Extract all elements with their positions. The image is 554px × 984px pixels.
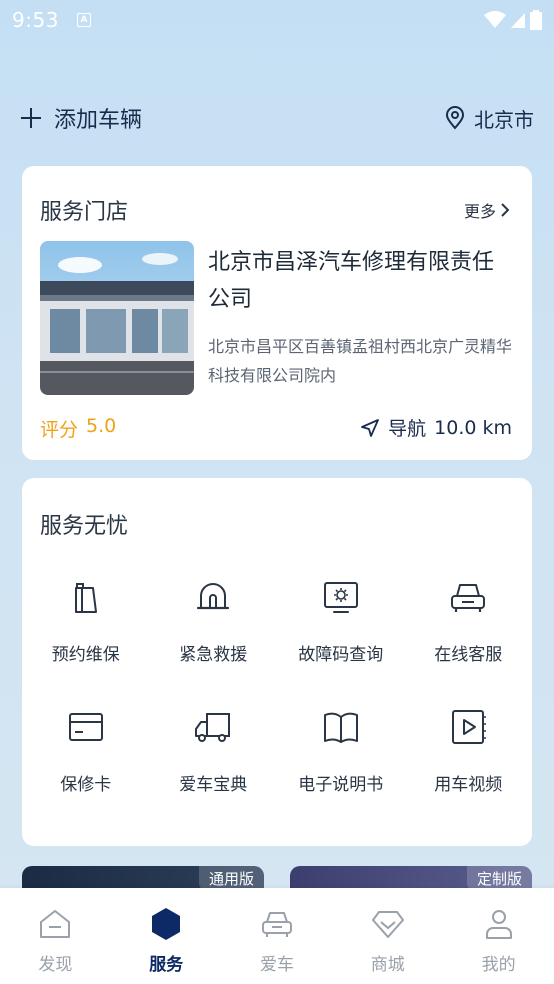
more-stores-link[interactable]: 更多 xyxy=(464,198,510,222)
location-pin-icon xyxy=(445,106,465,130)
more-label: 更多 xyxy=(463,202,496,221)
service-label: 预约维保 xyxy=(51,645,120,665)
diagnostic-screen-icon xyxy=(323,582,358,613)
home-icon xyxy=(40,910,71,938)
tab-label: 我的 xyxy=(481,955,516,975)
car-front-icon xyxy=(451,584,486,612)
store-photo[interactable] xyxy=(40,241,194,395)
signal-icon xyxy=(511,13,525,28)
navigate-button[interactable]: 导航 10.0 km xyxy=(360,414,512,441)
service-store-card: 服务门店 更多 北京市昌泽汽车修理有限责任公司 北京市昌平区百善镇孟祖村西北京广… xyxy=(22,166,532,460)
navigation-arrow-icon xyxy=(361,418,380,437)
service-item-e-manual[interactable]: 电子说明书 xyxy=(277,704,405,834)
tab-discover[interactable]: 发现 xyxy=(0,888,111,984)
book-icon xyxy=(323,712,358,743)
service-label: 电子说明书 xyxy=(298,775,384,795)
service-label: 紧急救援 xyxy=(179,645,248,665)
tab-mall[interactable]: 商城 xyxy=(332,888,443,984)
store-name[interactable]: 北京市昌泽汽车修理有限责任公司 xyxy=(208,244,514,318)
service-item-emergency-rescue[interactable]: 紧急救援 xyxy=(150,574,278,704)
store-building-image xyxy=(40,241,194,395)
card-icon xyxy=(68,713,103,741)
service-item-car-videos[interactable]: 用车视频 xyxy=(405,704,533,834)
add-vehicle-label: 添加车辆 xyxy=(54,108,143,133)
service-item-fault-code-lookup[interactable]: 故障码查询 xyxy=(277,574,405,704)
store-address: 北京市昌平区百善镇孟祖村西北京广灵精华科技有限公司院内 xyxy=(208,337,513,385)
person-icon xyxy=(485,910,512,939)
header-row: 添加车辆 北京市 xyxy=(0,98,554,138)
services-card-title: 服务无忧 xyxy=(40,514,129,539)
tab-my-car[interactable]: 爱车 xyxy=(222,888,333,984)
oil-can-icon xyxy=(74,583,97,613)
store-card-title: 服务门店 xyxy=(40,200,129,225)
truck-icon xyxy=(195,713,231,742)
battery-icon xyxy=(530,10,542,30)
service-item-online-support[interactable]: 在线客服 xyxy=(405,574,533,704)
alarm-light-icon xyxy=(197,583,230,610)
store-rating: 评分 5.0 xyxy=(40,415,116,442)
rating-label: 评分 xyxy=(40,419,79,441)
service-label: 爱车宝典 xyxy=(179,775,248,795)
rating-value: 5.0 xyxy=(86,415,117,437)
status-icons xyxy=(484,10,542,30)
add-vehicle-button[interactable]: 添加车辆 xyxy=(20,102,142,134)
hexagon-icon xyxy=(152,908,181,940)
status-time: 9:53 xyxy=(12,8,59,32)
nav-label: 导航 xyxy=(388,418,427,440)
service-label: 用车视频 xyxy=(434,775,503,795)
bottom-tab-bar: 发现 服务 爱车 商城 我的 xyxy=(0,888,554,984)
diamond-icon xyxy=(371,911,404,938)
city-label: 北京市 xyxy=(474,107,534,132)
car-icon xyxy=(261,912,292,937)
chevron-right-icon xyxy=(501,203,510,217)
tab-label: 爱车 xyxy=(259,955,294,975)
service-label: 故障码查询 xyxy=(298,645,384,665)
services-card: 服务无忧 预约维保 紧急救援 故障码查询 在线客服 保修卡 爱车宝典 电子说明书… xyxy=(22,478,532,846)
service-label: 保修卡 xyxy=(60,775,112,795)
status-bar: 9:53 A xyxy=(0,0,554,40)
video-icon xyxy=(452,710,487,744)
tab-label: 发现 xyxy=(38,955,73,975)
service-item-car-handbook[interactable]: 爱车宝典 xyxy=(150,704,278,834)
service-item-warranty-card[interactable]: 保修卡 xyxy=(22,704,150,834)
service-item-maintenance-booking[interactable]: 预约维保 xyxy=(22,574,150,704)
tab-service[interactable]: 服务 xyxy=(111,888,222,984)
service-label: 在线客服 xyxy=(434,645,503,665)
city-selector[interactable]: 北京市 xyxy=(444,104,534,133)
plus-icon xyxy=(20,107,42,129)
services-grid: 预约维保 紧急救援 故障码查询 在线客服 保修卡 爱车宝典 电子说明书 用车视频 xyxy=(22,574,532,834)
wifi-icon xyxy=(484,11,506,28)
tab-label: 商城 xyxy=(370,955,405,975)
distance-value: 10.0 km xyxy=(434,416,512,439)
a-icon: A xyxy=(76,13,91,27)
tab-mine[interactable]: 我的 xyxy=(443,888,554,984)
tab-label: 服务 xyxy=(149,955,184,975)
